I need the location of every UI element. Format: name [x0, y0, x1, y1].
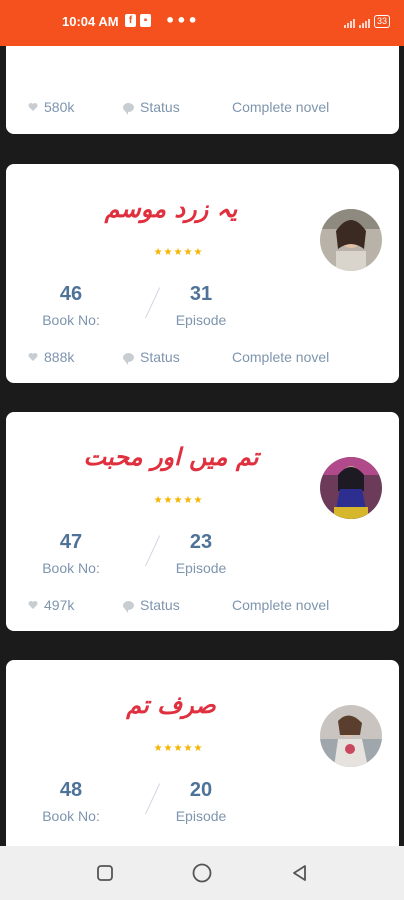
book-number: 47: [59, 531, 83, 553]
book-number-label: Book No:: [42, 808, 100, 824]
novel-card[interactable]: تم میں اور محبت ★★★★★ 47 Book No: 23 Epi…: [6, 412, 399, 631]
more-notifications-icon: •••: [165, 11, 199, 30]
home-icon[interactable]: [191, 863, 213, 883]
likes: 497k: [28, 597, 74, 613]
signal-icon: [343, 16, 355, 28]
rating-stars: ★★★★★: [153, 495, 204, 506]
book-number-label: Book No:: [42, 312, 100, 328]
novel-card[interactable]: 580k Status Complete novel: [6, 46, 399, 134]
book-number: 48: [59, 779, 83, 801]
episode-label: Episode: [175, 560, 227, 576]
episode-count: 20: [189, 779, 213, 801]
system-icons: 33: [343, 15, 390, 28]
notification-icons: f ▪: [125, 14, 151, 27]
back-icon[interactable]: [290, 863, 310, 883]
heart-icon: [28, 601, 38, 609]
episode-count: 23: [189, 531, 213, 553]
likes-count: 888k: [44, 349, 75, 365]
status-label: Status: [140, 597, 180, 613]
book-number: 46: [59, 283, 83, 305]
novel-title: یہ زرد موسم: [104, 194, 238, 223]
likes: 888k: [28, 349, 74, 365]
notification-app-icon: ▪: [140, 14, 151, 27]
system-nav-bar: [0, 846, 404, 900]
complete-label: Complete novel: [232, 99, 330, 115]
complete-novel: Complete novel: [232, 99, 329, 115]
status: Status: [123, 99, 180, 115]
status: Status: [123, 597, 180, 613]
complete-label: Complete novel: [232, 349, 330, 365]
novel-card[interactable]: یہ زرد موسم ★★★★★ 46 Book No: 31 Episode…: [6, 164, 399, 383]
complete-novel: Complete novel: [232, 349, 329, 365]
comment-icon: [123, 352, 134, 365]
divider: [144, 535, 161, 567]
rating-stars: ★★★★★: [153, 247, 204, 258]
likes: 580k: [28, 99, 74, 115]
likes-count: 497k: [44, 597, 75, 613]
novel-cover-avatar: [320, 705, 382, 767]
status-label: Status: [140, 99, 180, 115]
heart-icon: [28, 103, 38, 111]
novel-list[interactable]: 580k Status Complete novel یہ زرد موسم ★…: [0, 46, 404, 846]
status-bar: 10:04 AM f ▪ ••• 33: [0, 0, 404, 46]
status-label: Status: [140, 349, 180, 365]
novel-cover-avatar: [320, 457, 382, 519]
complete-label: Complete novel: [232, 597, 330, 613]
novel-card[interactable]: صرف تم ★★★★★ 48 Book No: 20 Episode: [6, 660, 399, 846]
novel-cover-avatar: [320, 209, 382, 271]
status: Status: [123, 349, 180, 365]
complete-novel: Complete novel: [232, 597, 329, 613]
episode-label: Episode: [175, 808, 227, 824]
novel-title: صرف تم: [126, 690, 216, 719]
heart-icon: [28, 353, 38, 361]
likes-count: 580k: [44, 99, 75, 115]
signal-icon-2: [358, 16, 370, 28]
comment-icon: [123, 102, 134, 115]
divider: [144, 783, 161, 815]
facebook-icon: f: [125, 14, 136, 27]
battery-icon: 33: [373, 15, 390, 28]
recents-icon[interactable]: [95, 863, 115, 883]
book-number-label: Book No:: [42, 560, 100, 576]
novel-title: تم میں اور محبت: [83, 442, 259, 471]
comment-icon: [123, 600, 134, 613]
divider: [144, 287, 161, 319]
status-time: 10:04 AM: [62, 14, 119, 29]
episode-count: 31: [189, 283, 213, 305]
episode-label: Episode: [175, 312, 227, 328]
rating-stars: ★★★★★: [153, 743, 204, 754]
